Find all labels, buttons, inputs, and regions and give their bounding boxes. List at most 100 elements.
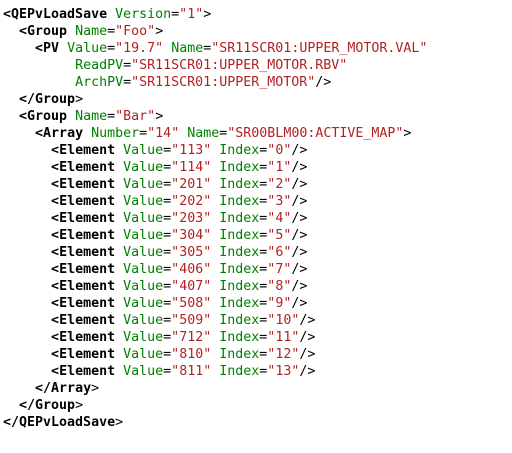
opening-tag: <Element: [51, 279, 116, 294]
tag-name: Element: [59, 279, 116, 294]
tag-end-bracket: />: [291, 160, 308, 175]
code-line[interactable]: </QEPvLoadSave>: [3, 414, 427, 431]
attribute-value: "Foo": [115, 24, 156, 39]
attribute-name: Value: [123, 160, 164, 175]
attribute-value-text: 13: [275, 364, 292, 379]
equals-sign: =: [107, 109, 116, 124]
code-line[interactable]: <Element Value="508" Index="9"/>: [3, 295, 427, 312]
tag-end-bracket: />: [299, 313, 316, 328]
opening-tag: <Element: [51, 347, 116, 362]
tag-end-bracket: />: [291, 245, 308, 260]
code-line[interactable]: <Element Value="406" Index="7"/>: [3, 261, 427, 278]
equals-sign: =: [163, 364, 172, 379]
tag-name: Group: [35, 398, 76, 413]
equals-sign: =: [139, 126, 148, 141]
tag-name: Element: [59, 160, 116, 175]
equals-sign: =: [163, 262, 172, 277]
code-line[interactable]: <Element Value="712" Index="11"/>: [3, 329, 427, 346]
tag-end-bracket: >: [155, 109, 164, 124]
attribute-name: Index: [219, 245, 260, 260]
tag-name: QEPvLoadSave: [19, 415, 116, 430]
code-line[interactable]: ArchPV="SR11SCR01:UPPER_MOTOR"/>: [3, 74, 427, 91]
xml-code-view[interactable]: <QEPvLoadSave Version="1"> <Group Name="…: [3, 6, 427, 431]
equals-sign: =: [163, 296, 172, 311]
attribute-value: "2": [267, 177, 292, 192]
attribute-value: "201": [171, 177, 212, 192]
attribute-value: "1": [267, 160, 292, 175]
attribute-value: "305": [171, 245, 212, 260]
attribute-value-text: 113: [179, 143, 204, 158]
code-line[interactable]: ReadPV="SR11SCR01:UPPER_MOTOR.RBV": [3, 57, 427, 74]
attribute-value: "406": [171, 262, 212, 277]
attribute-name: Name: [75, 24, 108, 39]
code-line[interactable]: <Group Name="Foo">: [3, 23, 427, 40]
closing-tag: </QEPvLoadSave: [3, 415, 116, 430]
attribute-name: Index: [219, 143, 260, 158]
attribute-name: Index: [219, 194, 260, 209]
tag-name: Element: [59, 194, 116, 209]
tag-name: Element: [59, 262, 116, 277]
attribute-name: Value: [123, 347, 164, 362]
code-line[interactable]: </Group>: [3, 397, 427, 414]
attribute-value-text: 2: [275, 177, 284, 192]
code-line[interactable]: <QEPvLoadSave Version="1">: [3, 6, 427, 23]
tag-name: Element: [59, 228, 116, 243]
attribute-name: Value: [123, 143, 164, 158]
equals-sign: =: [163, 313, 172, 328]
attribute-value: "113": [171, 143, 212, 158]
code-line[interactable]: <Element Value="113" Index="0"/>: [3, 142, 427, 159]
attribute-value-text: 1: [187, 7, 196, 22]
code-line[interactable]: <Element Value="811" Index="13"/>: [3, 363, 427, 380]
code-line[interactable]: <Element Value="509" Index="10"/>: [3, 312, 427, 329]
attribute-value: "203": [171, 211, 212, 226]
code-line[interactable]: <Element Value="407" Index="8"/>: [3, 278, 427, 295]
equals-sign: =: [163, 279, 172, 294]
attribute-value: "14": [147, 126, 180, 141]
equals-sign: =: [163, 194, 172, 209]
code-line[interactable]: <Element Value="304" Index="5"/>: [3, 227, 427, 244]
code-line[interactable]: <Element Value="203" Index="4"/>: [3, 210, 427, 227]
tag-name: Element: [59, 347, 116, 362]
tag-end-bracket: >: [403, 126, 412, 141]
tag-name: Element: [59, 313, 116, 328]
attribute-value: "11": [267, 330, 300, 345]
code-line[interactable]: <PV Value="19.7" Name="SR11SCR01:UPPER_M…: [3, 40, 427, 57]
opening-tag: <Element: [51, 177, 116, 192]
code-line[interactable]: </Group>: [3, 91, 427, 108]
opening-tag: <Element: [51, 245, 116, 260]
tag-end-bracket: >: [75, 92, 84, 107]
code-line[interactable]: <Element Value="810" Index="12"/>: [3, 346, 427, 363]
code-line[interactable]: <Element Value="305" Index="6"/>: [3, 244, 427, 261]
tag-end-bracket: />: [291, 211, 308, 226]
opening-tag: <Element: [51, 143, 116, 158]
equals-sign: =: [107, 24, 116, 39]
attribute-name: ReadPV: [75, 58, 124, 73]
attribute-name: Value: [123, 211, 164, 226]
closing-tag: </Array: [35, 381, 92, 396]
code-line[interactable]: </Array>: [3, 380, 427, 397]
code-line[interactable]: <Array Number="14" Name="SR00BLM00:ACTIV…: [3, 125, 427, 142]
opening-tag: <PV: [35, 41, 60, 56]
attribute-name: Index: [219, 330, 260, 345]
tag-name: Element: [59, 143, 116, 158]
tag-name: Element: [59, 296, 116, 311]
attribute-value-text: 811: [179, 364, 204, 379]
attribute-name: ArchPV: [75, 75, 124, 90]
code-line[interactable]: <Element Value="114" Index="1"/>: [3, 159, 427, 176]
equals-sign: =: [123, 75, 132, 90]
attribute-value-text: 9: [275, 296, 284, 311]
code-line[interactable]: <Group Name="Bar">: [3, 108, 427, 125]
attribute-value: "114": [171, 160, 212, 175]
attribute-value: "509": [171, 313, 212, 328]
tag-name: Element: [59, 211, 116, 226]
attribute-value: "811": [171, 364, 212, 379]
code-line[interactable]: <Element Value="202" Index="3"/>: [3, 193, 427, 210]
code-line[interactable]: <Element Value="201" Index="2"/>: [3, 176, 427, 193]
equals-sign: =: [163, 330, 172, 345]
closing-tag: </Group: [19, 92, 76, 107]
equals-sign: =: [163, 160, 172, 175]
xml-editor[interactable]: <QEPvLoadSave Version="1"> <Group Name="…: [0, 0, 512, 453]
tag-end-bracket: />: [291, 279, 308, 294]
tag-name: Group: [27, 24, 68, 39]
attribute-name: Version: [115, 7, 172, 22]
